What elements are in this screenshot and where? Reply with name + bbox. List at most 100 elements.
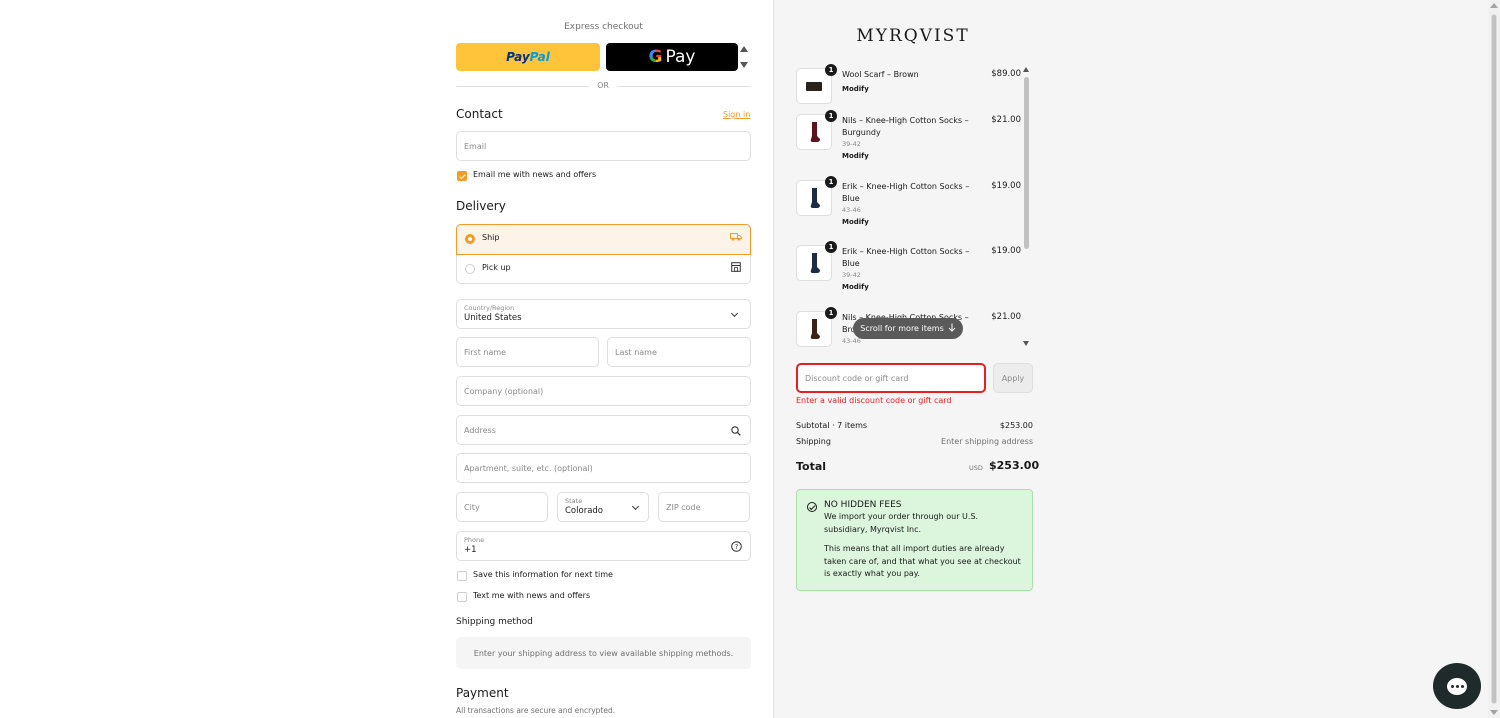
help-icon[interactable]: ?: [731, 541, 742, 554]
ship-option[interactable]: [456, 224, 751, 255]
ship-label: Ship: [482, 233, 500, 242]
text-me-label: Text me with news and offers: [473, 591, 591, 600]
quantity-badge: 1: [825, 64, 837, 76]
last-name-field[interactable]: Last name: [607, 337, 751, 367]
express-scroll-up-icon[interactable]: [740, 46, 748, 52]
search-icon[interactable]: [731, 426, 741, 438]
discount-error: Enter a valid discount code or gift card: [796, 396, 952, 405]
shipping-value: Enter shipping address: [941, 437, 1033, 446]
express-scroll-down-icon[interactable]: [740, 62, 748, 68]
scrollbar-thumb[interactable]: [1491, 14, 1497, 704]
express-checkout-label: Express checkout: [564, 22, 643, 32]
state-label: State: [565, 497, 583, 505]
no-hidden-fees-notice: NO HIDDEN FEES We import your order thro…: [796, 489, 1033, 591]
zip-field[interactable]: ZIP code: [658, 492, 750, 522]
company-field[interactable]: Company (optional): [456, 376, 751, 406]
subtotal-label: Subtotal · 7 items: [796, 421, 868, 430]
payment-subtext: All transactions are secure and encrypte…: [456, 706, 616, 715]
apartment-placeholder: Apartment, suite, etc. (optional): [464, 463, 593, 473]
sign-in-link[interactable]: Sign in: [723, 110, 750, 119]
item-price: $89.00: [991, 69, 1021, 79]
chevron-down-icon: [730, 309, 739, 318]
arrow-down-icon: [948, 323, 956, 334]
email-news-checkbox[interactable]: [457, 171, 467, 181]
last-name-placeholder: Last name: [615, 347, 657, 357]
quantity-badge: 1: [825, 110, 837, 122]
email-news-label: Email me with news and offers: [473, 170, 597, 179]
save-info-checkbox[interactable]: [457, 571, 467, 581]
item-name: Wool Scarf – Brown: [842, 70, 919, 79]
item-name: Erik – Knee-High Cotton Socks – Blue: [842, 182, 970, 203]
city-field[interactable]: City: [456, 492, 548, 522]
or-label: OR: [589, 81, 617, 90]
first-name-field[interactable]: First name: [456, 337, 599, 367]
item-variant: 43-46: [842, 337, 861, 345]
page-scrollbar[interactable]: [1488, 0, 1500, 718]
company-placeholder: Company (optional): [464, 386, 544, 396]
payment-heading: Payment: [456, 686, 509, 700]
scroll-for-more-pill[interactable]: Scroll for more items: [853, 318, 963, 339]
item-name: Nils – Knee-High Cotton Socks – Burgundy: [842, 116, 969, 137]
notice-title: NO HIDDEN FEES: [824, 500, 902, 510]
total-currency: USD: [969, 464, 983, 472]
scroll-down-icon[interactable]: [1490, 710, 1498, 715]
quantity-badge: 1: [825, 307, 837, 319]
paypal-pay-text: Pay: [506, 50, 530, 64]
paypal-button[interactable]: Pay Pal: [456, 43, 600, 71]
quantity-badge: 1: [825, 241, 837, 253]
discount-code-field[interactable]: Discount code or gift card: [796, 363, 986, 393]
country-select[interactable]: Country/Region United States: [456, 299, 751, 329]
store-icon: [731, 262, 741, 275]
pickup-radio[interactable]: [465, 264, 475, 274]
save-info-label: Save this information for next time: [473, 570, 613, 579]
sock-image: [810, 188, 820, 208]
phone-field[interactable]: Phone +1 ?: [456, 531, 751, 561]
state-select[interactable]: State Colorado: [557, 492, 649, 522]
phone-value: +1: [464, 545, 477, 555]
shipping-method-message: Enter your shipping address to view avai…: [456, 637, 751, 669]
pickup-label[interactable]: Pick up: [482, 263, 511, 272]
country-label: Country/Region: [464, 304, 515, 312]
state-value: Colorado: [565, 506, 603, 516]
notice-line-2: This means that all import duties are al…: [824, 544, 1021, 578]
zip-placeholder: ZIP code: [666, 502, 701, 512]
modify-link[interactable]: Modify: [842, 218, 869, 226]
country-value: United States: [464, 313, 522, 323]
checkout-form-panel: Express checkout Pay Pal G Pay OR Contact…: [0, 0, 773, 718]
email-field[interactable]: Email: [456, 131, 751, 161]
item-price: $19.00: [991, 246, 1021, 256]
text-me-checkbox[interactable]: [457, 592, 467, 602]
modify-link[interactable]: Modify: [842, 152, 869, 160]
sock-image: [810, 253, 820, 273]
items-scrollbar[interactable]: [1023, 67, 1029, 347]
scroll-up-icon[interactable]: [1023, 67, 1029, 72]
subtotal-value: $253.00: [999, 421, 1033, 430]
sock-image: [810, 319, 820, 339]
modify-link[interactable]: Modify: [842, 283, 869, 291]
address-field[interactable]: Address: [456, 415, 751, 445]
scroll-down-icon[interactable]: [1023, 341, 1029, 346]
brand-logo[interactable]: MYRQVIST: [856, 26, 970, 46]
item-variant: 43-46: [842, 206, 861, 214]
email-placeholder: Email: [464, 141, 487, 151]
item-variant: 39-42: [842, 140, 861, 148]
first-name-placeholder: First name: [464, 347, 507, 357]
scrollbar-thumb[interactable]: [1024, 77, 1029, 249]
ship-radio[interactable]: [465, 234, 475, 244]
apply-button[interactable]: Apply: [993, 363, 1033, 393]
item-price: $19.00: [991, 181, 1021, 191]
google-pay-button[interactable]: G Pay: [606, 43, 738, 71]
phone-label: Phone: [464, 536, 485, 544]
cart-items-list: 1 Wool Scarf – Brown Modify $89.00 1 Nil…: [796, 62, 1032, 350]
modify-link[interactable]: Modify: [842, 85, 869, 93]
chat-widget-button[interactable]: [1433, 663, 1481, 709]
chat-bubble-icon: [1447, 677, 1467, 695]
shipping-label: Shipping: [796, 437, 831, 446]
quantity-badge: 1: [825, 176, 837, 188]
scroll-up-icon[interactable]: [1490, 3, 1498, 8]
paypal-pal-text: Pal: [529, 50, 550, 64]
item-price: $21.00: [991, 312, 1021, 322]
apartment-field[interactable]: Apartment, suite, etc. (optional): [456, 453, 751, 483]
item-name: Erik – Knee-High Cotton Socks – Blue: [842, 247, 970, 268]
sock-image: [810, 122, 820, 142]
